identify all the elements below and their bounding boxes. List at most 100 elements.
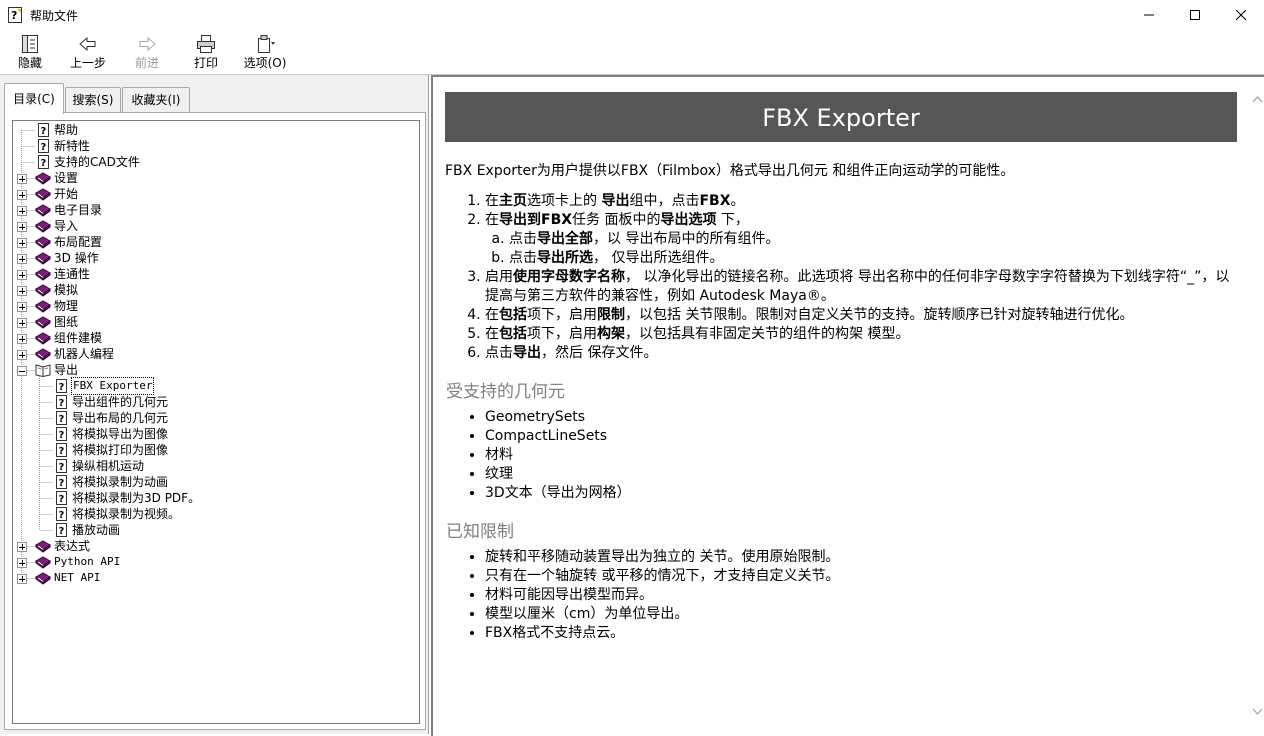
closed-book-icon bbox=[35, 220, 51, 233]
tree-item-label: 组件建模 bbox=[54, 331, 103, 345]
svg-text:?: ? bbox=[41, 142, 47, 153]
maximize-button[interactable] bbox=[1172, 0, 1218, 30]
tree-item[interactable]: 导出 bbox=[13, 362, 413, 378]
closed-book-icon bbox=[35, 316, 51, 329]
tab-search[interactable]: 搜索(S) bbox=[65, 87, 121, 112]
expand-icon[interactable] bbox=[17, 574, 27, 584]
close-button[interactable] bbox=[1218, 0, 1264, 30]
svg-text:?: ? bbox=[59, 446, 65, 457]
expand-icon[interactable] bbox=[17, 270, 27, 280]
tree-item[interactable]: ? 将模拟导出为图像 bbox=[13, 426, 413, 442]
expand-icon[interactable] bbox=[17, 190, 27, 200]
print-button[interactable]: 打印 bbox=[178, 33, 234, 73]
back-button[interactable]: 上一步 bbox=[60, 33, 116, 73]
tree-item[interactable]: 开始 bbox=[13, 186, 413, 202]
tree-item[interactable]: ? 将模拟打印为图像 bbox=[13, 442, 413, 458]
expand-icon[interactable] bbox=[17, 254, 27, 264]
closed-book-icon bbox=[35, 572, 51, 585]
svg-text:?: ? bbox=[59, 494, 65, 505]
expand-icon[interactable] bbox=[17, 350, 27, 360]
expand-icon[interactable] bbox=[17, 174, 27, 184]
expand-icon[interactable] bbox=[17, 302, 27, 312]
limits-list: 旋转和平移随动装置导出为独立的 关节。使用原始限制。 只有在一个轴旋转 或平移的… bbox=[445, 548, 1237, 643]
expand-icon[interactable] bbox=[17, 206, 27, 216]
contents-panel: ? 帮助? 新特性? 支持的CAD文件 设置开始电子目录 导入 布局配置 3D 操作 连通性 模拟… bbox=[4, 112, 426, 730]
tree-item[interactable]: 3D 操作 bbox=[13, 250, 413, 266]
expand-icon[interactable] bbox=[17, 318, 27, 328]
tab-favorites[interactable]: 收藏夹(I) bbox=[122, 87, 190, 112]
step-3: 启用使用字母数字名称， 以净化导出的链接名称。此选项将 导出名称中的任何非字母数… bbox=[485, 268, 1237, 306]
hide-button[interactable]: 隐藏 bbox=[2, 33, 58, 73]
collapse-icon[interactable] bbox=[17, 366, 27, 376]
close-icon bbox=[1236, 10, 1246, 20]
tree-item-label: 3D 操作 bbox=[54, 251, 99, 265]
tree-item-label: 将模拟导出为图像 bbox=[72, 427, 169, 441]
tree-item[interactable]: ? 导出组件的几何元 bbox=[13, 394, 413, 410]
tree-item[interactable]: ? 将模拟录制为动画 bbox=[13, 474, 413, 490]
expand-icon[interactable] bbox=[17, 222, 27, 232]
options-button[interactable]: 选项(O) bbox=[237, 33, 293, 73]
help-page-icon: ? bbox=[56, 411, 67, 425]
tree-item-label: 导出组件的几何元 bbox=[72, 395, 169, 409]
tab-contents[interactable]: 目录(C) bbox=[4, 83, 64, 114]
tree-item[interactable]: 图纸 bbox=[13, 314, 413, 330]
expand-icon[interactable] bbox=[17, 334, 27, 344]
tree-item[interactable]: NET API bbox=[13, 570, 413, 586]
tree-item-label: 模拟 bbox=[54, 283, 79, 297]
title-bar: ? 帮助文件 bbox=[0, 0, 1264, 30]
expand-icon[interactable] bbox=[17, 286, 27, 296]
tree-item-label: 设置 bbox=[54, 171, 79, 185]
article-intro: FBX Exporter为用户提供以FBX（Filmbox）格式导出几何元 和组… bbox=[445, 163, 1015, 179]
forward-button[interactable]: 前进 bbox=[119, 33, 175, 73]
tree-item[interactable]: 连通性 bbox=[13, 266, 413, 282]
hide-pane-icon bbox=[22, 35, 38, 53]
step-6: 点击导出，然后 保存文件。 bbox=[485, 344, 1237, 363]
expand-icon[interactable] bbox=[17, 558, 27, 568]
tree-item[interactable]: 电子目录 bbox=[13, 202, 413, 218]
tree-item-label: 操纵相机运动 bbox=[72, 459, 145, 473]
tree-item[interactable]: ? 操纵相机运动 bbox=[13, 458, 413, 474]
closed-book-icon bbox=[35, 540, 51, 553]
tree-item[interactable]: Python API bbox=[13, 554, 413, 570]
tree-item[interactable]: 布局配置 bbox=[13, 234, 413, 250]
vertical-scrollbar[interactable] bbox=[1249, 77, 1264, 734]
tree-item[interactable]: 导入 bbox=[13, 218, 413, 234]
tree-item[interactable]: 组件建模 bbox=[13, 330, 413, 346]
tree-item-label: 新特性 bbox=[54, 139, 91, 153]
tree-item[interactable]: 机器人编程 bbox=[13, 346, 413, 362]
svg-text:?: ? bbox=[11, 9, 17, 22]
tree-item[interactable]: ? 支持的CAD文件 bbox=[13, 154, 413, 170]
tree-item[interactable]: ? 播放动画 bbox=[13, 522, 413, 538]
window-title: 帮助文件 bbox=[30, 9, 79, 23]
tree-item-label: 导出布局的几何元 bbox=[72, 411, 169, 425]
scroll-up-icon[interactable] bbox=[1249, 91, 1264, 108]
closed-book-icon bbox=[35, 556, 51, 569]
tree-item[interactable]: 物理 bbox=[13, 298, 413, 314]
tree-item[interactable]: ? 新特性 bbox=[13, 138, 413, 154]
tree-item[interactable]: ? 将模拟录制为视频。 bbox=[13, 506, 413, 522]
tree-item[interactable]: ? 帮助 bbox=[13, 122, 413, 138]
step-4: 在包括项下，启用限制，以包括 关节限制。限制对自定义关节的支持。旋转顺序已针对旋… bbox=[485, 306, 1237, 325]
tree-item[interactable]: ? 将模拟录制为3D PDF。 bbox=[13, 490, 413, 506]
steps-list: 在主页选项卡上的 导出组中，点击FBX。 在导出到FBX任务 面板中的导出选项 … bbox=[445, 192, 1237, 363]
list-item: 旋转和平移随动装置导出为独立的 关节。使用原始限制。 bbox=[485, 548, 1237, 567]
help-page-icon: ? bbox=[56, 523, 67, 537]
tree-item[interactable]: ? 导出布局的几何元 bbox=[13, 410, 413, 426]
tree-item[interactable]: ? FBX Exporter bbox=[13, 377, 413, 395]
closed-book-icon bbox=[35, 252, 51, 265]
expand-icon[interactable] bbox=[17, 542, 27, 552]
step-5: 在包括项下，启用构架，以包括具有非固定关节的组件的构架 模型。 bbox=[485, 325, 1237, 344]
step-2-substeps: 点击导出全部，以 导出布局中的所有组件。 点击导出所选， 仅导出所选组件。 bbox=[485, 230, 1237, 268]
tree-item-label: 开始 bbox=[54, 187, 79, 201]
tree-item[interactable]: 表达式 bbox=[13, 538, 413, 554]
contents-tree[interactable]: ? 帮助? 新特性? 支持的CAD文件 设置开始电子目录 导入 布局配置 3D 操作 连通性 模拟… bbox=[12, 120, 420, 724]
tree-item[interactable]: 模拟 bbox=[13, 282, 413, 298]
tree-item[interactable]: 设置 bbox=[13, 170, 413, 186]
forward-label: 前进 bbox=[134, 56, 159, 70]
tree-item-label: 电子目录 bbox=[54, 203, 103, 217]
minimize-button[interactable] bbox=[1126, 0, 1172, 30]
tree-item-label: NET API bbox=[54, 571, 101, 584]
help-page-icon: ? bbox=[56, 507, 67, 521]
expand-icon[interactable] bbox=[17, 238, 27, 248]
scroll-down-icon[interactable] bbox=[1249, 703, 1264, 720]
